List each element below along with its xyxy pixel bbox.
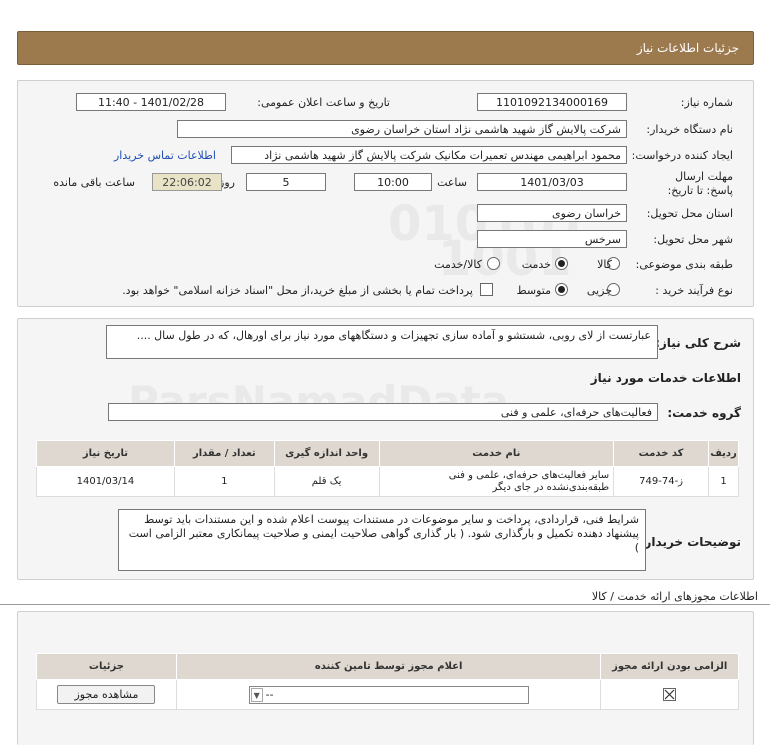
process-type-label: نوع فرآیند خرید : [655, 284, 733, 297]
col-header-unit: واحد اندازه گیری [273, 440, 380, 467]
permits-divider [0, 604, 770, 605]
announce-date-field[interactable]: 1401/02/28 - 11:40 [76, 93, 226, 111]
category-service-radio[interactable] [555, 257, 568, 270]
cell-details: مشاهده مجوز [36, 679, 177, 710]
summary-text[interactable]: عبارتست از لای روبی، شستشو و آماده سازی … [106, 325, 658, 359]
buyer-field[interactable]: شرکت پالایش گاز شهید هاشمی نژاد استان خر… [177, 120, 627, 138]
view-permit-button[interactable]: مشاهده مجوز [57, 685, 156, 704]
summary-label: شرح کلی نیاز: [655, 336, 741, 350]
need-number-label: شماره نیاز: [680, 96, 733, 109]
col-header-required: الزامی بودن ارائه مجوز [600, 653, 739, 680]
permits-title: اطلاعات مجوزهای ارائه خدمت / کالا [591, 590, 758, 603]
cell-supplier-permit: -- ▼ [175, 679, 602, 710]
col-header-qty: تعداد / مقدار [173, 440, 275, 467]
required-checked-checkbox-icon [663, 688, 677, 701]
table-row[interactable]: 1 ز-74-749 سایر فعالیت‌های حرفه‌ای، علمی… [36, 466, 739, 497]
deadline-label: مهلت ارسال پاسخ: تا تاریخ: [667, 170, 733, 197]
col-header-row: ردیف [708, 440, 739, 467]
time-remaining-label: ساعت باقی مانده [53, 176, 135, 189]
requester-field[interactable]: محمود ابراهیمی مهندس تعمیرات مکانیک شرکت… [231, 146, 627, 164]
cell-service-name: سایر فعالیت‌های حرفه‌ای، علمی و فنی طبقه… [378, 466, 615, 497]
city-label: شهر محل تحویل: [653, 233, 733, 246]
service-group-label: گروه خدمت: [667, 406, 741, 420]
buyer-label: نام دستگاه خریدار: [646, 123, 733, 136]
cell-quantity: 1 [173, 466, 275, 497]
cell-unit: یک قلم [273, 466, 380, 497]
deadline-date-field[interactable]: 1401/03/03 [477, 173, 627, 191]
need-number-field[interactable]: 1101092134000169 [477, 93, 627, 111]
buyer-notes-label: توضیحات خریدار: [639, 535, 741, 549]
services-title: اطلاعات خدمات مورد نیاز [590, 371, 741, 385]
col-header-name: نام خدمت [378, 440, 615, 467]
service-group-field[interactable]: فعالیت‌های حرفه‌ای، علمی و فنی [108, 403, 658, 421]
permit-select[interactable]: -- ▼ [248, 685, 529, 704]
category-goods-label: کالا [597, 258, 612, 271]
category-service-label: خدمت [521, 258, 551, 271]
deadline-time-field[interactable]: 10:00 [354, 173, 432, 191]
need-details-page: جزئیات اطلاعات نیاز 010101 1001 شماره نی… [0, 0, 770, 745]
col-header-date: تاریخ نیاز [36, 440, 175, 467]
col-header-supplier-permit: اعلام مجوز توسط تامین کننده [175, 653, 602, 680]
announce-date-label: تاریخ و ساعت اعلان عمومی: [257, 96, 390, 109]
permits-table: الزامی بودن ارائه مجوز اعلام مجوز توسط ت… [36, 653, 739, 710]
buyer-notes-text[interactable]: شرایط فنی، قراردادی، پرداخت و سایر موضوع… [118, 509, 646, 571]
cell-need-date: 1401/03/14 [36, 466, 175, 497]
cell-service-code: ز-74-749 [613, 466, 710, 497]
process-minor-label: جزیی [586, 284, 612, 297]
process-medium-label: متوسط [516, 284, 551, 297]
deadline-time-label: ساعت [437, 176, 467, 189]
requester-label: ایجاد کننده درخواست: [631, 149, 733, 162]
col-header-details: جزئیات [36, 653, 177, 680]
city-field[interactable]: سرخس [477, 230, 627, 248]
buyer-contact-link[interactable]: اطلاعات تماس خریدار [114, 149, 216, 162]
treasury-payment-checkbox[interactable] [480, 283, 493, 296]
province-label: استان محل تحویل: [646, 207, 733, 220]
province-field[interactable]: خراسان رضوی [477, 204, 627, 222]
category-goods-service-label: کالا/خدمت [434, 258, 482, 271]
services-table: ردیف کد خدمت نام خدمت واحد اندازه گیری ت… [36, 440, 739, 497]
category-label: طبقه بندی موضوعی: [635, 258, 733, 271]
time-remaining-field: 22:06:02 [152, 173, 222, 191]
page-title: جزئیات اطلاعات نیاز [636, 41, 739, 55]
need-info-panel: 010101 1001 شماره نیاز: 1101092134000169… [17, 80, 754, 307]
treasury-payment-note: پرداخت تمام یا بخشی از مبلغ خرید،از محل … [122, 284, 473, 297]
cell-required [600, 679, 739, 710]
col-header-code: کد خدمت [613, 440, 710, 467]
process-medium-radio[interactable] [555, 283, 568, 296]
days-remaining-field[interactable]: 5 [246, 173, 326, 191]
cell-row-number: 1 [708, 466, 739, 497]
services-panel: ParsNamadData شرح کلی نیاز: عبارتست از ل… [17, 318, 754, 580]
page-title-bar: جزئیات اطلاعات نیاز [17, 31, 754, 65]
permits-panel: الزامی بودن ارائه مجوز اعلام مجوز توسط ت… [17, 611, 754, 745]
category-goods-service-radio[interactable] [487, 257, 500, 270]
permit-select-value: -- [265, 687, 274, 701]
chevron-down-icon[interactable]: ▼ [250, 687, 263, 702]
table-row: -- ▼ مشاهده مجوز [36, 679, 739, 710]
